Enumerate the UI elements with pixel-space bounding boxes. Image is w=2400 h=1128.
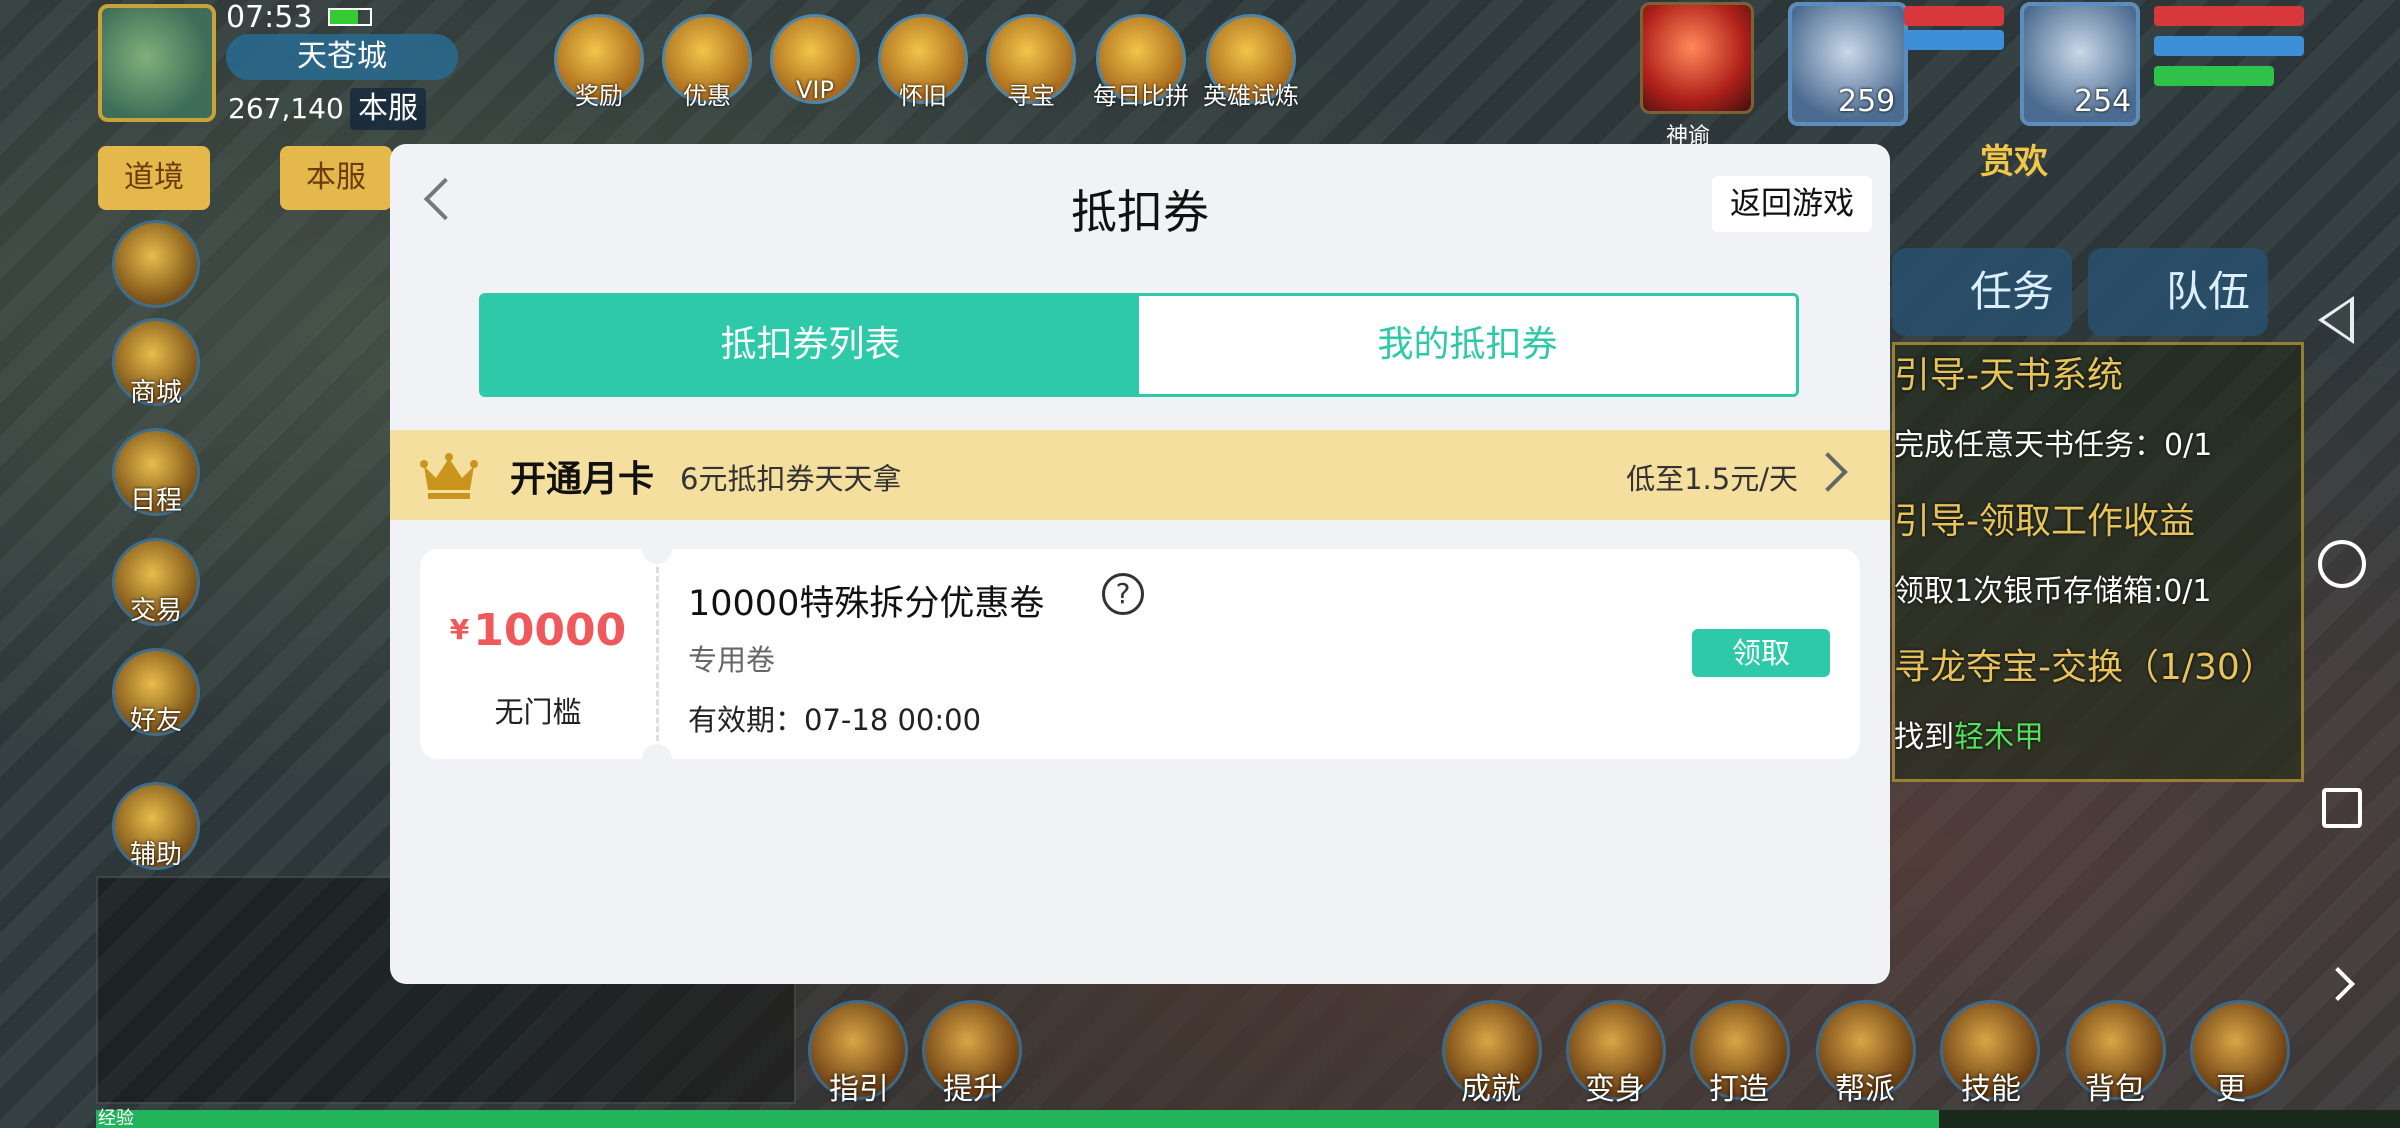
- side-icon-label: 日程: [129, 486, 182, 516]
- return-to-game-button[interactable]: 返回游戏: [1712, 176, 1872, 232]
- coupon-name: 10000特殊拆分优惠卷: [688, 584, 1045, 624]
- combat-power: 267,140: [228, 92, 344, 125]
- player-hp-bar: [2154, 6, 2304, 26]
- task-detail: 找到轻木甲: [1894, 712, 2044, 756]
- coupon-notch: [642, 534, 672, 564]
- banner-subtitle: 6元抵扣券天天拿: [680, 462, 902, 496]
- bottom-icon-label: 更: [2216, 1072, 2246, 1107]
- coupon-type: 专用卷: [688, 643, 776, 677]
- task-title[interactable]: 引导-天书系统: [1894, 346, 2123, 398]
- task-detail-prefix: 找到: [1894, 720, 1954, 755]
- bottom-icon-label: 变身: [1585, 1072, 1645, 1107]
- android-home-icon[interactable]: [2318, 540, 2366, 588]
- tab-my-coupons[interactable]: 我的抵扣券: [1139, 296, 1796, 394]
- bottom-icon-label: 成就: [1461, 1072, 1521, 1107]
- pet-mp-bar: [1904, 30, 2004, 50]
- coupon-validity: 有效期：07-18 00:00: [688, 703, 982, 737]
- exp-bar: [96, 1110, 2400, 1128]
- coupon-notch: [642, 744, 672, 774]
- player-mp-bar: [2154, 36, 2304, 56]
- coupon-amount: ¥10000: [420, 605, 656, 656]
- minimap[interactable]: [98, 4, 216, 122]
- currency-symbol: ¥: [449, 613, 470, 646]
- banner-price: 低至1.5元/天: [1626, 462, 1798, 496]
- coupon-value-section: ¥10000 无门槛: [420, 549, 656, 759]
- battery-icon: [328, 8, 372, 26]
- side-icon-label: 辅助: [129, 840, 182, 870]
- dialog-header: 抵扣券 返回游戏: [390, 144, 1890, 260]
- banner-title: 开通月卡: [510, 459, 655, 500]
- bottom-icon-label: 技能: [1961, 1072, 2021, 1107]
- task-tabs: 任务 队伍: [1892, 248, 2292, 336]
- player-level: 254: [2074, 84, 2132, 119]
- coupon-tabs: 抵扣券列表 我的抵扣券: [479, 293, 1799, 397]
- task-detail: 完成任意天书任务：0/1: [1894, 428, 2213, 463]
- clock-time: 07:53: [226, 0, 313, 35]
- task-detail: 领取1次银币存储箱:0/1: [1894, 574, 2212, 609]
- top-icon-label: VIP: [796, 76, 834, 104]
- pet-hp-bar: [1904, 6, 2004, 26]
- pet-level: 259: [1838, 84, 1896, 119]
- tab-task[interactable]: 任务: [1892, 248, 2072, 336]
- android-back-icon[interactable]: [2318, 296, 2354, 344]
- exp-label: 经验: [98, 1108, 134, 1128]
- top-icon-label: 每日比拼: [1093, 82, 1189, 110]
- claim-button[interactable]: 领取: [1692, 629, 1830, 677]
- task-title[interactable]: 引导-领取工作收益: [1894, 492, 2195, 544]
- side-icon-label: 好友: [129, 706, 182, 736]
- bottom-icon-label: 提升: [943, 1072, 1003, 1107]
- reward-label[interactable]: 赏欢: [1980, 134, 2048, 183]
- side-icon-label: 商城: [129, 378, 182, 408]
- task-detail-highlight: 轻木甲: [1954, 720, 2044, 755]
- divine-orb[interactable]: [1640, 2, 1754, 114]
- task-title[interactable]: 寻龙夺宝-交换（1/30）: [1894, 638, 2276, 690]
- city-name[interactable]: 天苍城: [226, 34, 458, 80]
- server-button[interactable]: 本服: [280, 146, 392, 210]
- top-icon-label: 寻宝: [1007, 82, 1055, 110]
- dialog-title: 抵扣券: [1071, 185, 1209, 239]
- monthly-card-banner[interactable]: 开通月卡 6元抵扣券天天拿 低至1.5元/天: [390, 430, 1890, 520]
- crown-icon: [420, 453, 478, 499]
- collapse-up-icon[interactable]: [112, 220, 200, 308]
- top-icon-label: 怀旧: [899, 82, 947, 110]
- top-icon-label: 优惠: [683, 82, 731, 110]
- dao-realm-button[interactable]: 道境: [98, 146, 210, 210]
- server-tag[interactable]: 本服: [350, 88, 426, 130]
- bottom-icon-label: 指引: [829, 1072, 889, 1107]
- side-icon-label: 交易: [129, 596, 182, 626]
- coupon-divider: [656, 567, 659, 741]
- chevron-right-icon: [1808, 452, 1848, 492]
- top-icon-label: 英雄试炼: [1203, 82, 1299, 110]
- player-exp-bar: [2154, 66, 2274, 86]
- bottom-icon-label: 打造: [1709, 1072, 1769, 1107]
- coupon-dialog: 抵扣券 返回游戏 抵扣券列表 我的抵扣券 开通月卡 6元抵扣券天天拿 低至1.5…: [390, 144, 1890, 984]
- android-recent-icon[interactable]: [2322, 788, 2362, 828]
- bottom-icon-label: 背包: [2085, 1072, 2145, 1107]
- top-icon-label: 奖励: [575, 82, 623, 110]
- coupon-threshold: 无门槛: [494, 695, 582, 729]
- help-icon[interactable]: ?: [1102, 573, 1144, 615]
- coupon-amount-value: 10000: [473, 605, 627, 656]
- tab-team[interactable]: 队伍: [2088, 248, 2268, 336]
- bottom-icon-label: 帮派: [1835, 1072, 1895, 1107]
- tab-coupon-list[interactable]: 抵扣券列表: [482, 296, 1139, 394]
- coupon-card: ¥10000 无门槛 10000特殊拆分优惠卷 ? 专用卷 有效期：07-18 …: [420, 534, 1860, 774]
